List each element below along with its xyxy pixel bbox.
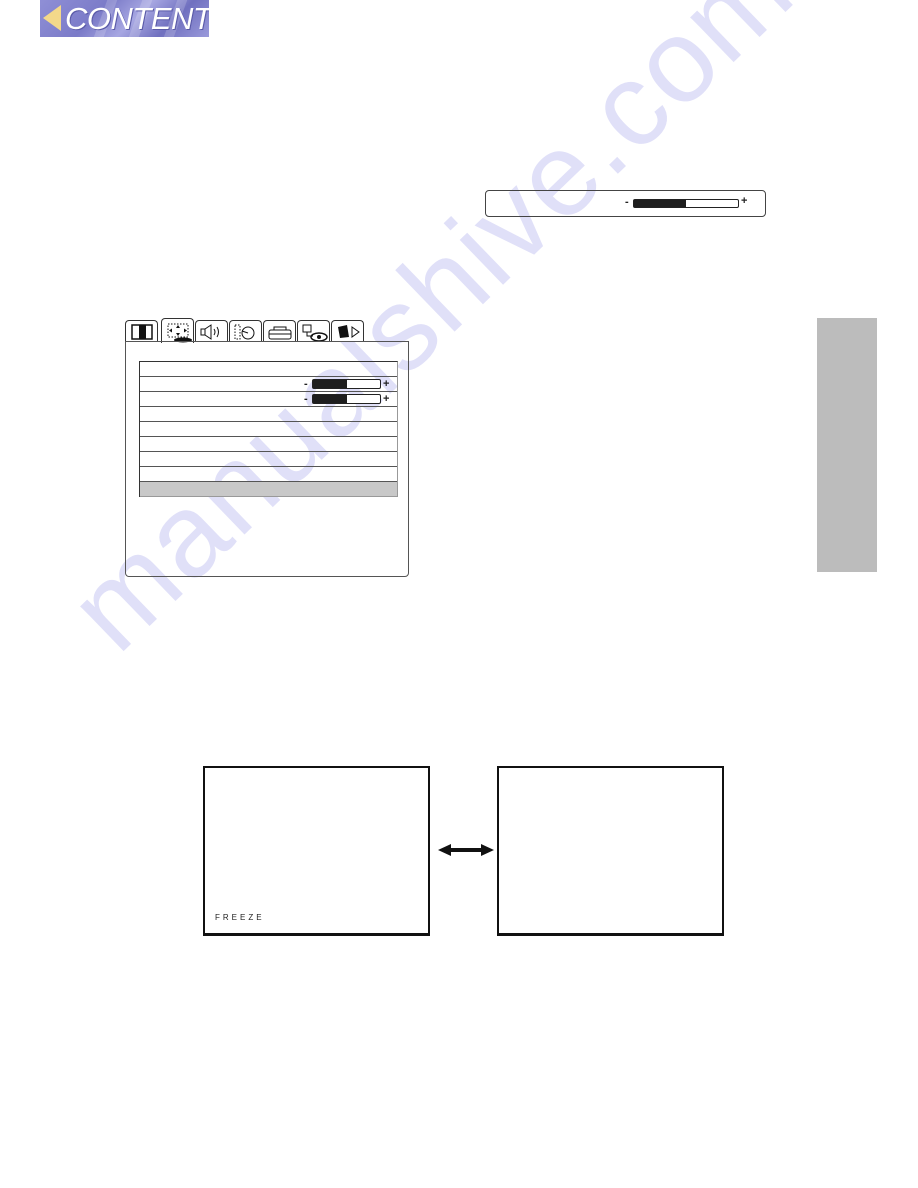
menu-row[interactable] <box>140 362 397 377</box>
tab-timer[interactable] <box>229 320 262 342</box>
menu-row[interactable] <box>140 452 397 467</box>
plus-sign: + <box>383 378 390 390</box>
slider-fill <box>313 380 347 388</box>
tab-picture[interactable] <box>125 320 158 342</box>
menu-row[interactable] <box>140 422 397 437</box>
menu-row[interactable]: - + <box>140 392 397 407</box>
menu-row-selected[interactable] <box>140 482 397 497</box>
options-icon <box>338 325 360 338</box>
setup-icon <box>302 324 328 342</box>
sound-icon <box>200 324 219 340</box>
menu-tabs <box>125 318 370 343</box>
menu-row[interactable]: - + <box>140 377 397 392</box>
contents-button[interactable]: CONTENTS <box>40 0 209 37</box>
section-thumb-tab <box>817 318 877 572</box>
frozen-screen: FREEZE <box>203 766 430 936</box>
double-arrow-icon <box>438 844 494 856</box>
menu-row[interactable] <box>140 437 397 452</box>
menu-list: - + - + <box>139 361 398 497</box>
plus-sign: + <box>741 195 748 207</box>
tab-sound[interactable] <box>195 320 228 342</box>
timer-icon <box>234 324 255 340</box>
normal-screen <box>497 766 724 936</box>
left-arrow-icon <box>43 5 61 31</box>
tab-options[interactable] <box>331 320 364 342</box>
tab-image-position[interactable] <box>161 318 194 343</box>
contents-label: CONTENTS <box>65 1 209 36</box>
row-slider[interactable] <box>312 394 381 404</box>
tab-input[interactable] <box>263 320 296 342</box>
image-position-icon <box>167 323 192 343</box>
adjustment-bar: - + <box>485 190 766 217</box>
tab-setup[interactable] <box>297 320 330 342</box>
minus-sign: - <box>304 393 308 405</box>
slider-fill <box>634 200 686 207</box>
minus-sign: - <box>304 378 308 390</box>
row-slider[interactable] <box>312 379 381 389</box>
adjustment-slider[interactable] <box>633 199 739 208</box>
input-icon <box>268 326 292 340</box>
menu-row[interactable] <box>140 407 397 422</box>
plus-sign: + <box>383 393 390 405</box>
picture-icon <box>131 324 153 340</box>
menu-row[interactable] <box>140 467 397 482</box>
freeze-label: FREEZE <box>215 913 265 922</box>
minus-sign: - <box>625 196 629 208</box>
slider-fill <box>313 395 347 403</box>
